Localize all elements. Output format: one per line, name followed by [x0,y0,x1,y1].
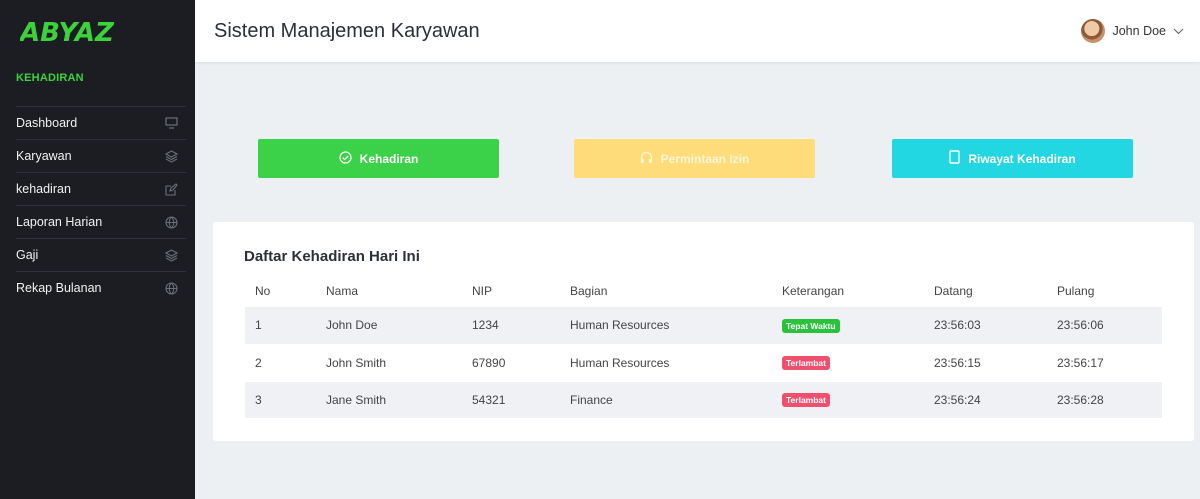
layers-icon [164,248,178,262]
column-header-pulang: Pulang [1057,283,1095,298]
sidebar-item-label: Dashboard [16,116,78,130]
monitor-icon [164,116,178,130]
column-header-bagian: Bagian [570,283,608,298]
kehadiran-button[interactable]: Kehadiran [258,139,499,178]
attendance-card: Daftar Kehadiran Hari Ini No Nama NIP Ba… [213,222,1194,441]
sidebar-item-gaji[interactable]: Gaji [16,238,186,271]
permintaan-izin-button-label: Permintaan Izin [660,151,750,166]
top-header: Sistem Manajemen Karyawan John Doe [195,0,1200,62]
cell-bagian: Finance [560,381,772,419]
sidebar: ABYAZ KEHADIRAN Dashboard Karyawan kehad… [0,0,195,499]
sidebar-section-label: KEHADIRAN [16,72,84,84]
riwayat-kehadiran-button[interactable]: Riwayat Kehadiran [892,139,1133,178]
column-header-datang: Datang [934,283,973,298]
brand-logo[interactable]: ABYAZ [20,14,140,50]
sidebar-item-label: Rekap Bulanan [16,281,102,295]
cell-nip: 67890 [462,344,560,382]
cell-nip: 54321 [462,381,560,419]
status-badge: Terlambat [782,356,830,370]
cell-datang: 23:56:15 [924,344,1047,382]
cell-datang: 23:56:24 [924,381,1047,419]
page-title: Sistem Manajemen Karyawan [214,20,480,42]
svg-text:ABYAZ: ABYAZ [20,18,115,48]
avatar [1081,19,1106,43]
column-header-no: No [255,283,271,298]
sidebar-item-label: Karyawan [16,149,72,163]
cell-no: 2 [245,344,316,382]
edit-icon [164,182,178,196]
column-header-nama: Nama [326,283,359,298]
cell-pulang: 23:56:06 [1047,307,1162,345]
column-header-keterangan: Keterangan [782,283,845,298]
chevron-down-icon [1173,22,1184,40]
cell-bagian: Human Resources [560,344,772,382]
cell-no: 1 [245,307,316,345]
permintaan-izin-button[interactable]: Permintaan Izin [574,139,815,178]
table-row: 2 John Smith 67890 Human Resources Terla… [245,344,1162,382]
layers-icon [164,149,178,163]
cell-nama: Jane Smith [316,381,462,419]
status-badge: Tepat Waktu [782,318,840,333]
globe-icon [164,215,178,229]
attendance-table: No Nama NIP Bagian Keterangan Datang Pul… [245,274,1162,419]
cell-keterangan: Tepat Waktu [772,307,924,345]
status-badge: Terlambat [782,393,830,407]
sidebar-item-karyawan[interactable]: Karyawan [16,139,186,172]
cell-datang: 23:56:03 [924,307,1047,345]
table-row: 1 John Doe 1234 Human Resources Tepat Wa… [245,307,1162,345]
user-menu[interactable]: John Doe [1081,19,1184,43]
cell-pulang: 23:56:17 [1047,344,1162,382]
table-row: 3 Jane Smith 54321 Finance Terlambat 23:… [245,381,1162,419]
cell-nip: 1234 [462,307,560,345]
globe-icon [164,281,178,295]
cell-pulang: 23:56:28 [1047,381,1162,419]
sidebar-nav: Dashboard Karyawan kehadiran Laporan Har… [16,106,186,304]
column-header-nip: NIP [472,283,493,298]
sidebar-item-label: Laporan Harian [16,215,103,229]
cell-keterangan: Terlambat [772,344,924,382]
user-name: John Doe [1112,24,1166,38]
cell-bagian: Human Resources [560,307,772,345]
riwayat-kehadiran-button-label: Riwayat Kehadiran [968,151,1076,166]
attendance-title: Daftar Kehadiran Hari Ini [244,248,420,265]
table-header-row: No Nama NIP Bagian Keterangan Datang Pul… [245,274,1162,307]
cell-no: 3 [245,381,316,419]
cell-keterangan: Terlambat [772,381,924,419]
sidebar-item-dashboard[interactable]: Dashboard [16,106,186,139]
sidebar-item-label: kehadiran [16,182,71,196]
kehadiran-button-label: Kehadiran [359,151,419,166]
headphones-icon [640,151,653,167]
check-circle-icon [339,150,352,167]
tablet-icon [949,150,961,167]
cell-nama: John Doe [316,307,462,345]
sidebar-item-rekap-bulanan[interactable]: Rekap Bulanan [16,271,186,304]
cell-nama: John Smith [316,344,462,382]
sidebar-item-laporan-harian[interactable]: Laporan Harian [16,205,186,238]
sidebar-item-kehadiran[interactable]: kehadiran [16,172,186,205]
sidebar-item-label: Gaji [16,248,39,262]
